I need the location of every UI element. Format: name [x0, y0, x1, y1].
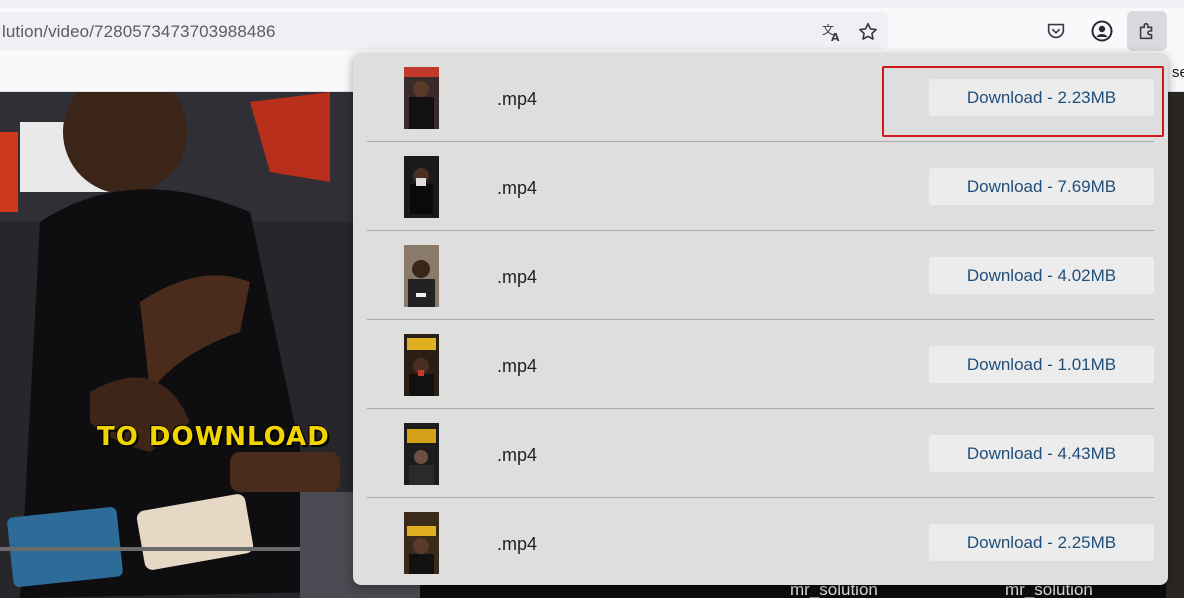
- video-caption: TO DOWNLOAD: [97, 422, 330, 452]
- translate-icon[interactable]: 文A: [820, 20, 844, 44]
- pocket-icon[interactable]: [1041, 16, 1071, 46]
- download-button[interactable]: Download - 2.23MB: [929, 79, 1154, 116]
- extensions-puzzle-icon[interactable]: [1127, 11, 1167, 51]
- download-button[interactable]: Download - 7.69MB: [929, 168, 1154, 205]
- download-button[interactable]: Download - 4.02MB: [929, 257, 1154, 294]
- file-extension: .mp4: [497, 356, 538, 376]
- url-text[interactable]: lution/video/7280573473703988486: [2, 22, 276, 42]
- file-extension: .mp4: [497, 445, 538, 465]
- file-extension: .mp4: [497, 534, 538, 554]
- video-thumbnail: [404, 512, 439, 574]
- video-thumbnail: [404, 67, 439, 129]
- file-extension: .mp4: [497, 267, 538, 287]
- svg-text:A: A: [831, 31, 840, 43]
- list-item: .mp4 Download - 2.23MB: [353, 53, 1168, 142]
- bookmark-star-icon[interactable]: [856, 20, 880, 44]
- download-button[interactable]: Download - 4.43MB: [929, 435, 1154, 472]
- download-button[interactable]: Download - 1.01MB: [929, 346, 1154, 383]
- download-button[interactable]: Download - 2.25MB: [929, 524, 1154, 561]
- video-thumbnail: [404, 423, 439, 485]
- video-thumbnail: [404, 245, 439, 307]
- list-item: .mp4 Download - 2.25MB: [353, 498, 1168, 585]
- bookmark-item-truncated[interactable]: se: [1172, 64, 1184, 81]
- file-extension: .mp4: [497, 178, 538, 198]
- extension-download-popup: .mp4 Download - 2.23MB .mp4 Download - 7…: [353, 53, 1168, 585]
- video-thumbnail: [404, 156, 439, 218]
- video-thumbnail: [404, 334, 439, 396]
- window-top-strip: [0, 0, 1184, 8]
- browser-toolbar: lution/video/7280573473703988486 文A: [0, 8, 1184, 54]
- page-side-strip: [1166, 92, 1184, 598]
- account-icon[interactable]: [1087, 16, 1117, 46]
- list-item: .mp4 Download - 4.02MB: [353, 231, 1168, 320]
- list-item: .mp4 Download - 4.43MB: [353, 409, 1168, 498]
- address-bar[interactable]: lution/video/7280573473703988486 文A: [0, 12, 888, 50]
- list-item: .mp4 Download - 1.01MB: [353, 320, 1168, 409]
- file-extension: .mp4: [497, 89, 538, 109]
- list-item: .mp4 Download - 7.69MB: [353, 142, 1168, 231]
